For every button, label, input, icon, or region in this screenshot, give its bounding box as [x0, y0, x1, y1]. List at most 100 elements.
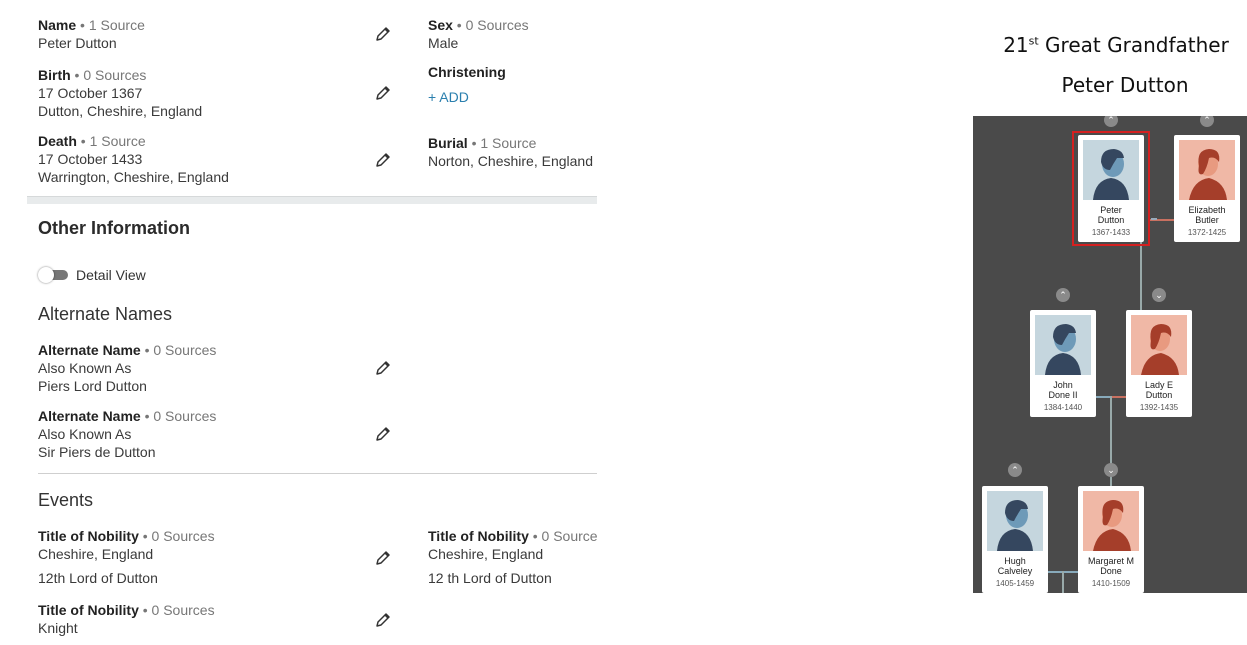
burial-sources[interactable]: • 1 Source: [468, 135, 537, 151]
person-card-lady-e-dutton[interactable]: Lady E Dutton 1392-1435: [1126, 310, 1192, 417]
event-sources[interactable]: • 0 Source: [529, 528, 597, 544]
death-place: Warrington, Cheshire, England: [38, 169, 229, 185]
person-name: Lady E Dutton: [1144, 380, 1174, 400]
name-label: Name: [38, 17, 77, 33]
name-value: Peter Dutton: [38, 35, 117, 51]
expand-down-chevron-icon[interactable]: ⌄: [1104, 463, 1118, 477]
expand-up-chevron-icon[interactable]: ⌃: [1056, 288, 1070, 302]
death-fact: Death • 1 Source 17 October 1433 Warring…: [38, 132, 229, 186]
edit-birth-pencil-icon[interactable]: [373, 83, 393, 103]
event-place: Cheshire, England: [38, 546, 154, 562]
death-date: 17 October 1433: [38, 151, 143, 167]
event-title-of-nobility-2-clip: Title of Nobility • 0 Source Cheshire, E…: [428, 527, 597, 589]
female-avatar-icon: [1131, 315, 1187, 375]
death-label: Death: [38, 133, 77, 149]
person-card-peter-dutton[interactable]: Peter Dutton 1367-1433: [1078, 135, 1144, 242]
person-years: 1392-1435: [1139, 403, 1179, 412]
male-avatar-icon: [987, 491, 1043, 551]
person-name: Hugh Calveley: [997, 556, 1033, 576]
event-title-of-nobility-3: Title of Nobility • 0 Sources Knight: [38, 601, 215, 637]
detail-view-label: Detail View: [76, 267, 146, 283]
male-avatar-icon: [1083, 140, 1139, 200]
edit-name-pencil-icon[interactable]: [373, 24, 393, 44]
edit-death-pencil-icon[interactable]: [373, 150, 393, 170]
sex-sources[interactable]: • 0 Sources: [453, 17, 529, 33]
event-label: Title of Nobility: [38, 528, 139, 544]
event-label: Title of Nobility: [38, 602, 139, 618]
person-card-hugh-calveley[interactable]: Hugh Calveley 1405-1459: [982, 486, 1048, 593]
death-sources[interactable]: • 1 Source: [77, 133, 146, 149]
toggle-knob: [38, 267, 54, 283]
christening-fact: Christening: [428, 63, 506, 81]
generation-number: 21: [1003, 33, 1029, 57]
alt-name-type: Also Known As: [38, 360, 132, 376]
events-divider: [38, 473, 597, 474]
christening-add-button[interactable]: + ADD: [428, 89, 469, 105]
christening-label: Christening: [428, 64, 506, 80]
expand-up-chevron-icon[interactable]: ⌃: [1104, 116, 1118, 127]
alt-name-sources[interactable]: • 0 Sources: [141, 342, 217, 358]
sex-label: Sex: [428, 17, 453, 33]
male-avatar-icon: [1035, 315, 1091, 375]
person-years: 1410-1509: [1091, 579, 1131, 588]
generation-suffix: st: [1028, 34, 1039, 48]
alternate-name-2: Alternate Name • 0 Sources Also Known As…: [38, 407, 216, 461]
edit-alt-name-2-pencil-icon[interactable]: [373, 424, 393, 444]
detail-view-toggle[interactable]: [38, 267, 70, 283]
edit-alt-name-1-pencil-icon[interactable]: [373, 358, 393, 378]
person-card-john-done-ii[interactable]: John Done II 1384-1440: [1030, 310, 1096, 417]
alt-name-sources[interactable]: • 0 Sources: [141, 408, 217, 424]
sex-value: Male: [428, 35, 459, 51]
edit-event-1-pencil-icon[interactable]: [373, 548, 393, 568]
person-name: John Done II: [1048, 380, 1078, 400]
person-years: 1367-1433: [1091, 228, 1131, 237]
person-years: 1405-1459: [995, 579, 1035, 588]
female-avatar-icon: [1179, 140, 1235, 200]
person-name: Elizabeth Butler: [1188, 205, 1226, 225]
expand-up-chevron-icon[interactable]: ⌃: [1200, 116, 1214, 127]
relationship-caption: 21st Great Grandfather: [985, 33, 1247, 57]
event-description: 12 th Lord of Dutton: [428, 570, 552, 586]
other-information-heading: Other Information: [38, 218, 190, 238]
person-name: Peter Dutton: [1097, 205, 1125, 225]
person-name: Margaret M Done: [1087, 556, 1134, 576]
alt-name-value: Piers Lord Dutton: [38, 378, 147, 394]
birth-place: Dutton, Cheshire, England: [38, 103, 203, 119]
female-avatar-icon: [1083, 491, 1139, 551]
ancestor-name: Peter Dutton: [1061, 73, 1189, 97]
burial-place: Norton, Cheshire, England: [428, 153, 593, 169]
person-card-margaret-m-done[interactable]: Margaret M Done 1410-1509: [1078, 486, 1144, 593]
event-sources[interactable]: • 0 Sources: [139, 528, 215, 544]
birth-fact: Birth • 0 Sources 17 October 1367 Dutton…: [38, 66, 202, 120]
birth-sources[interactable]: • 0 Sources: [71, 67, 147, 83]
alt-name-value: Sir Piers de Dutton: [38, 444, 156, 460]
event-title-of-nobility-2: Title of Nobility • 0 Source Cheshire, E…: [428, 527, 597, 563]
birth-label: Birth: [38, 67, 71, 83]
spouse-line: [1151, 218, 1157, 220]
alt-name-label: Alternate Name: [38, 408, 141, 424]
expand-down-chevron-icon[interactable]: ⌄: [1152, 288, 1166, 302]
person-years: 1372-1425: [1187, 228, 1227, 237]
sex-fact: Sex • 0 Sources Male: [428, 16, 529, 52]
relationship-text: Great Grandfather: [1038, 33, 1229, 57]
event-description: 12th Lord of Dutton: [38, 570, 158, 586]
event-label: Title of Nobility: [428, 528, 529, 544]
tree-line: [1062, 571, 1064, 593]
alternate-names-heading: Alternate Names: [38, 304, 173, 324]
birth-date: 17 October 1367: [38, 85, 143, 101]
burial-fact: Burial • 1 Source Norton, Cheshire, Engl…: [428, 134, 593, 170]
alt-name-type: Also Known As: [38, 426, 132, 442]
spouse-line: [1111, 396, 1127, 398]
event-place: Cheshire, England: [428, 546, 544, 562]
family-tree-panel[interactable]: ⌃ ⌃ ⌃ ⌄ ⌃ ⌄ Peter Dutton 1367-1433 Elizab…: [973, 116, 1247, 593]
name-fact: Name • 1 Source Peter Dutton: [38, 16, 145, 52]
alt-name-label: Alternate Name: [38, 342, 141, 358]
person-years: 1384-1440: [1043, 403, 1083, 412]
event-sources[interactable]: • 0 Sources: [139, 602, 215, 618]
alternate-name-1: Alternate Name • 0 Sources Also Known As…: [38, 341, 216, 395]
name-sources[interactable]: • 1 Source: [76, 17, 145, 33]
section-divider: [27, 196, 597, 204]
expand-up-chevron-icon[interactable]: ⌃: [1008, 463, 1022, 477]
person-card-elizabeth-butler[interactable]: Elizabeth Butler 1372-1425: [1174, 135, 1240, 242]
edit-event-3-pencil-icon[interactable]: [373, 610, 393, 630]
